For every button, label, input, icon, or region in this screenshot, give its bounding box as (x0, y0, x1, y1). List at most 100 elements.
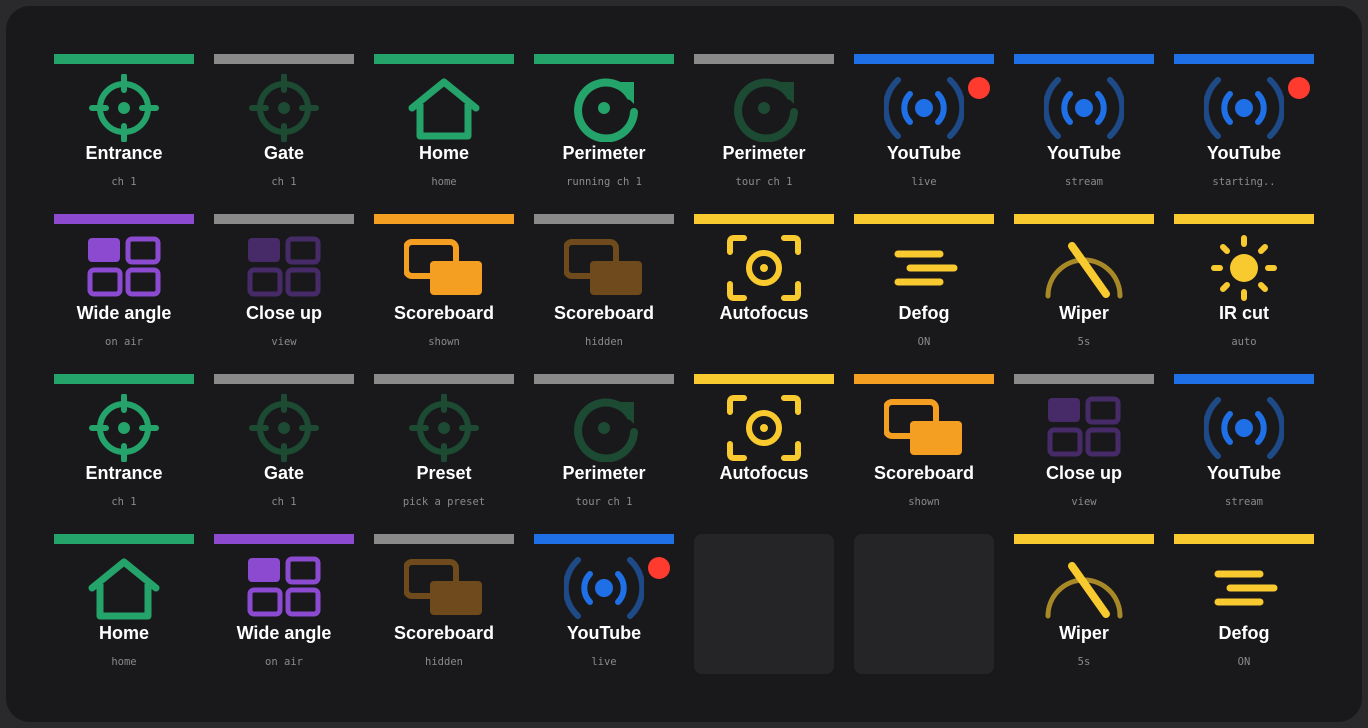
rotate-icon (574, 78, 638, 142)
broadcast-icon (1204, 77, 1284, 139)
defog-icon (894, 250, 958, 286)
deck-key[interactable]: Wiper 5s (1014, 214, 1154, 354)
deck-key[interactable]: IR cut auto (1174, 214, 1314, 354)
key-title: YouTube (1206, 463, 1282, 483)
key-title: Scoreboard (393, 623, 495, 643)
key-status: tour ch 1 (575, 496, 633, 508)
sun-icon (1211, 235, 1277, 301)
status-bar (374, 54, 514, 64)
key-status: running ch 1 (566, 176, 642, 188)
key-title: Preset (416, 463, 472, 483)
deck-key[interactable]: Wide angle on air (214, 534, 354, 674)
status-bar (374, 534, 514, 544)
rotate-icon (574, 398, 638, 462)
key-status: ch 1 (271, 176, 297, 188)
key-status: ch 1 (111, 176, 137, 188)
key-title: Scoreboard (553, 303, 655, 323)
deck-key[interactable]: Defog ON (854, 214, 994, 354)
status-bar (534, 534, 674, 544)
status-bar (374, 214, 514, 224)
live-indicator-dot (968, 77, 990, 99)
status-bar (534, 54, 674, 64)
status-bar (54, 54, 194, 64)
empty-key[interactable] (854, 534, 994, 674)
overlay-icon (884, 399, 962, 455)
status-bar (214, 54, 354, 64)
deck-key[interactable]: YouTube live (534, 534, 674, 674)
wiper-icon (1045, 562, 1123, 619)
key-title: YouTube (566, 623, 642, 643)
key-status: pick a preset (402, 496, 486, 508)
broadcast-icon (1204, 397, 1284, 459)
empty-key[interactable] (694, 534, 834, 674)
key-status: stream (1225, 496, 1263, 508)
deck-key[interactable]: Entrance ch 1 (54, 374, 194, 514)
status-bar (1014, 214, 1154, 224)
deck-key[interactable]: Gate ch 1 (214, 374, 354, 514)
overlay-icon (404, 239, 482, 295)
deck-key[interactable]: YouTube stream (1014, 54, 1154, 194)
key-title: Autofocus (719, 303, 809, 323)
deck-key[interactable]: Perimeter tour ch 1 (534, 374, 674, 514)
key-status: ON (917, 336, 931, 348)
deck-key[interactable]: Home home (54, 534, 194, 674)
key-title: YouTube (886, 143, 962, 163)
key-title: Home (98, 623, 149, 643)
deck-key[interactable]: YouTube starting.. (1174, 54, 1314, 194)
key-status: ch 1 (111, 496, 137, 508)
deck-key[interactable]: YouTube live (854, 54, 994, 194)
status-bar (1014, 54, 1154, 64)
key-title: Close up (245, 303, 322, 323)
key-title: Scoreboard (873, 463, 975, 483)
status-bar (854, 214, 994, 224)
deck-key[interactable]: Scoreboard hidden (534, 214, 674, 354)
grid-icon (1047, 396, 1121, 457)
status-bar (374, 374, 514, 384)
status-bar (54, 214, 194, 224)
key-status: ON (1237, 656, 1251, 668)
key-status: stream (1065, 176, 1103, 188)
key-status: 5s (1077, 656, 1091, 668)
status-bar (1174, 54, 1314, 64)
key-title: Perimeter (562, 463, 646, 483)
crosshair-icon (89, 394, 159, 462)
autofocus-icon (727, 235, 801, 301)
deck-key[interactable]: Scoreboard shown (854, 374, 994, 514)
key-status: view (1071, 496, 1097, 508)
grid-icon (247, 236, 321, 297)
overlay-icon (404, 559, 482, 615)
deck-key[interactable]: Close up view (1014, 374, 1154, 514)
deck-key[interactable]: Scoreboard shown (374, 214, 514, 354)
key-title: Autofocus (719, 463, 809, 483)
status-bar (694, 374, 834, 384)
status-bar (1014, 534, 1154, 544)
wiper-icon (1045, 242, 1123, 299)
key-status: on air (265, 656, 303, 668)
deck-key[interactable]: Defog ON (1174, 534, 1314, 674)
deck-key[interactable]: Entrance ch 1 (54, 54, 194, 194)
status-bar (534, 374, 674, 384)
deck-key[interactable]: Perimeter tour ch 1 (694, 54, 834, 194)
deck-key[interactable]: Perimeter running ch 1 (534, 54, 674, 194)
deck-key[interactable]: Wiper 5s (1014, 534, 1154, 674)
key-title: YouTube (1046, 143, 1122, 163)
deck-key[interactable]: Close up view (214, 214, 354, 354)
live-indicator-dot (1288, 77, 1310, 99)
key-status: shown (428, 336, 460, 348)
key-status: auto (1231, 336, 1257, 348)
key-title: Entrance (85, 143, 163, 163)
status-bar (694, 54, 834, 64)
deck-key[interactable]: Autofocus (694, 214, 834, 354)
deck-key[interactable]: Scoreboard hidden (374, 534, 514, 674)
deck-key[interactable]: Gate ch 1 (214, 54, 354, 194)
defog-icon (1214, 570, 1278, 606)
deck-key[interactable]: Wide angle on air (54, 214, 194, 354)
deck-key[interactable]: Autofocus (694, 374, 834, 514)
status-bar (534, 214, 674, 224)
deck-key[interactable]: YouTube stream (1174, 374, 1314, 514)
status-bar (54, 374, 194, 384)
deck-key[interactable]: Home home (374, 54, 514, 194)
status-bar (214, 214, 354, 224)
deck-key[interactable]: Preset pick a preset (374, 374, 514, 514)
key-status: hidden (585, 336, 623, 348)
